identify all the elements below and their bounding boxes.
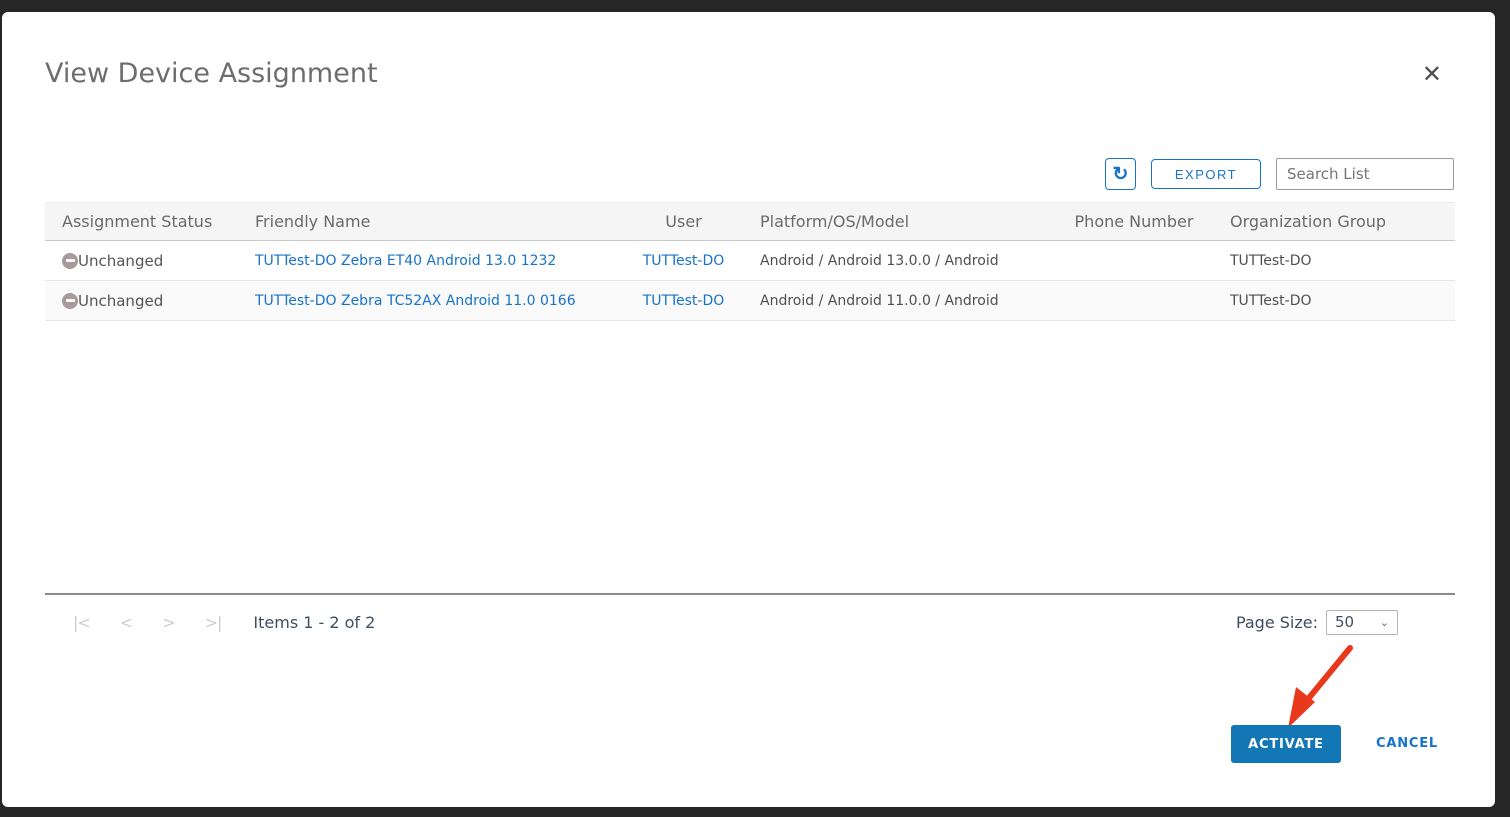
user-link[interactable]: TUTTest-DO [643,293,725,309]
status-label: Unchanged [78,252,163,270]
user-link[interactable]: TUTTest-DO [643,253,725,269]
friendly-name-link[interactable]: TUTTest-DO Zebra TC52AX Android 11.0 016… [255,293,576,309]
device-assignment-table: Assignment Status Friendly Name User Pla… [45,202,1455,321]
export-button[interactable]: EXPORT [1151,159,1261,189]
column-header-phone-number[interactable]: Phone Number [1044,203,1224,241]
page-size-label: Page Size: [1236,613,1318,632]
cancel-button[interactable]: CANCEL [1376,736,1438,751]
table-row: Unchanged TUTTest-DO Zebra ET40 Android … [45,241,1455,281]
phone-number-cell [1044,241,1224,281]
unchanged-minus-icon [62,293,78,309]
status-label: Unchanged [78,292,163,310]
assignment-status-cell: Unchanged [62,241,243,280]
refresh-button[interactable]: ↻ [1105,158,1136,190]
organization-group-cell: TUTTest-DO [1224,281,1455,321]
next-page-icon[interactable]: > [162,613,174,632]
pagination-bar: |< < > >| Items 1 - 2 of 2 Page Size: 50… [45,604,1455,640]
activate-button[interactable]: ACTIVATE [1231,725,1341,763]
close-icon[interactable]: ✕ [1422,62,1442,86]
chevron-down-icon: ⌄ [1380,616,1389,629]
table-row: Unchanged TUTTest-DO Zebra TC52AX Androi… [45,281,1455,321]
column-header-assignment-status[interactable]: Assignment Status [45,203,249,241]
previous-page-icon[interactable]: < [120,613,132,632]
items-count-label: Items 1 - 2 of 2 [253,613,375,632]
grid-toolbar: ↻ EXPORT [1105,158,1454,190]
column-header-friendly-name[interactable]: Friendly Name [249,203,613,241]
column-header-platform[interactable]: Platform/OS/Model [754,203,1044,241]
last-page-icon[interactable]: >| [205,613,222,632]
assignment-status-cell: Unchanged [62,281,243,320]
pagination-divider [45,593,1455,595]
phone-number-cell [1044,281,1224,321]
pagination-nav: |< < > >| [73,613,221,632]
column-header-user[interactable]: User [613,203,754,241]
organization-group-cell: TUTTest-DO [1224,241,1455,281]
unchanged-minus-icon [62,253,78,269]
page-size-group: Page Size: 50 ⌄ [1236,610,1398,635]
refresh-icon: ↻ [1113,163,1129,186]
page-size-select[interactable]: 50 ⌄ [1326,610,1398,635]
platform-cell: Android / Android 11.0.0 / Android [754,281,1044,321]
page-size-value: 50 [1335,613,1354,631]
table-header-row: Assignment Status Friendly Name User Pla… [45,203,1455,241]
page-title: View Device Assignment [45,58,378,89]
friendly-name-link[interactable]: TUTTest-DO Zebra ET40 Android 13.0 1232 [255,253,556,269]
view-device-assignment-dialog: View Device Assignment ✕ ↻ EXPORT Assign… [2,12,1495,807]
first-page-icon[interactable]: |< [73,613,90,632]
column-header-organization-group[interactable]: Organization Group [1224,203,1455,241]
search-input[interactable] [1276,158,1454,190]
platform-cell: Android / Android 13.0.0 / Android [754,241,1044,281]
